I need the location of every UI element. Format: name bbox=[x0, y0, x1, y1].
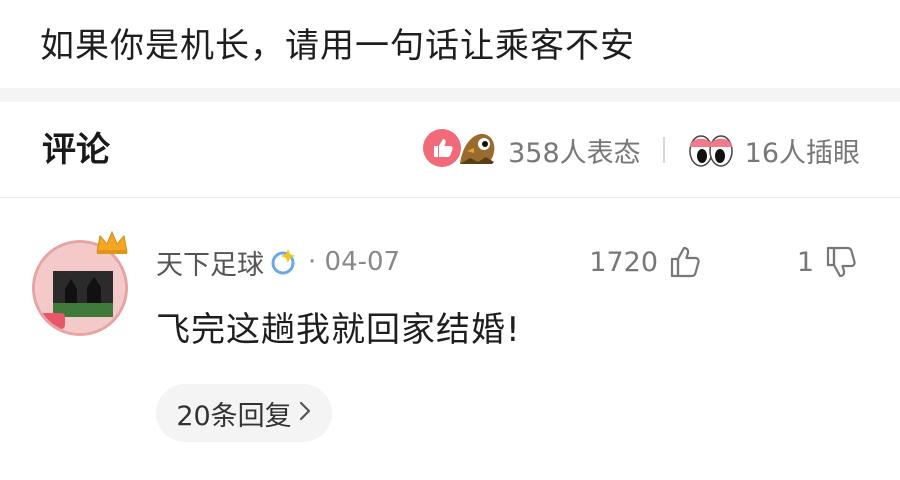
comment-body: 飞完这趟我就回家结婚! bbox=[156, 310, 521, 350]
username[interactable]: 天下足球 bbox=[156, 243, 264, 282]
post-title: 如果你是机长，请用一句话让乘客不安 bbox=[40, 26, 635, 66]
reactions-count: 358人表态 bbox=[508, 137, 641, 169]
chevron-right-icon bbox=[298, 398, 312, 429]
thumbs-up-icon bbox=[668, 244, 704, 280]
comment-meta: 天下足球 · 04-07 bbox=[156, 242, 400, 282]
insight-count: 16人插眼 bbox=[744, 137, 860, 169]
reactions-secondary[interactable]: 16人插眼 bbox=[687, 130, 860, 170]
comments-title: 评论 bbox=[42, 130, 110, 170]
page: 如果你是机长，请用一句话让乘客不安 评论 358人表态 16人插眼 天下足球 ·… bbox=[0, 0, 900, 480]
section-divider bbox=[0, 88, 900, 102]
reactions-bar: 358人表态 16人插眼 bbox=[422, 128, 860, 172]
like-button[interactable]: 1720 bbox=[589, 242, 704, 282]
avatar-wrap[interactable] bbox=[32, 228, 132, 336]
reactions-primary[interactable]: 358人表态 bbox=[422, 128, 641, 172]
sparkle-badge-icon bbox=[268, 247, 298, 277]
like-count: 1720 bbox=[589, 246, 658, 278]
reply-count-label: 20条回复 bbox=[176, 400, 292, 432]
comment-date: · 04-07 bbox=[308, 247, 401, 277]
bird-emoji-icon bbox=[456, 128, 498, 172]
view-replies-button[interactable]: 20条回复 bbox=[156, 384, 332, 442]
crown-icon bbox=[94, 228, 130, 260]
comment-item: 天下足球 · 04-07 1720 1 飞完这趟我就回家结婚! 20条回复 bbox=[0, 198, 900, 480]
thumbs-down-icon bbox=[824, 244, 860, 280]
reactions-separator bbox=[662, 137, 665, 163]
reaction-icons bbox=[422, 128, 498, 172]
comments-header: 评论 358人表态 16人插眼 bbox=[0, 102, 900, 198]
dislike-count: 1 bbox=[796, 246, 814, 278]
eyes-icon bbox=[687, 130, 735, 170]
dislike-button[interactable]: 1 bbox=[797, 242, 860, 282]
